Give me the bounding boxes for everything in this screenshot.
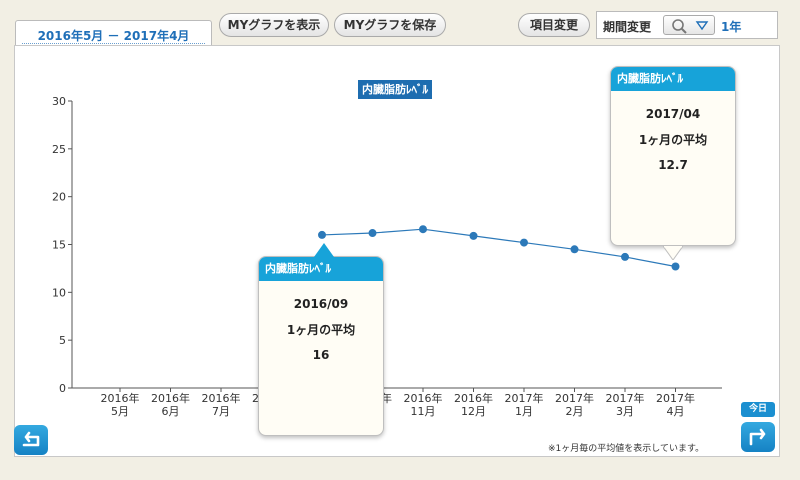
today-label: 今日 [748,404,767,414]
x-tick-label: 2017年 [606,391,645,405]
data-point [671,262,680,271]
data-point [318,230,326,239]
average-note: ※1ヶ月毎の平均値を表示しています。 [548,444,705,454]
x-tick-label: 3月 [616,405,634,418]
tooltip-pointer-up [314,243,334,257]
y-tick-label: 25 [52,143,66,156]
tooltip-value: 12.7 [658,158,688,172]
forward-arrow-icon [749,428,766,446]
y-tick-label: 15 [52,239,66,252]
x-tick-label: 2017年 [505,391,544,405]
x-tick-label: 2月 [566,405,584,418]
tooltip-value: 16 [312,348,330,362]
tooltip-sep: 内臓脂肪ﾚﾍﾞﾙ 2016/09 1ヶ月の平均 16 [258,243,384,436]
x-tick-label: 11月 [411,405,436,418]
data-point [520,238,528,247]
x-tick-label: 1月 [515,405,533,418]
y-tick-label: 0 [59,382,66,395]
data-point [368,229,377,238]
y-tick-label: 10 [52,286,66,299]
today-button[interactable]: 今日 [741,402,775,417]
x-tick-label: 7月 [212,405,230,418]
tooltip-pointer-down [663,246,683,260]
tooltip-apr: 内臓脂肪ﾚﾍﾞﾙ 2017/04 1ヶ月の平均 12.7 [610,66,736,260]
tooltip-date: 2017/04 [645,107,701,121]
x-tick-label: 2017年 [555,391,594,405]
data-point [621,252,629,261]
x-tick-label: 5月 [111,405,129,418]
x-tick-label: 4月 [667,405,685,418]
x-tick-label: 2016年 [151,391,190,405]
x-tick-label: 2016年 [202,391,241,405]
back-button[interactable] [14,425,48,455]
x-tick-label: 6月 [162,405,180,418]
tooltip-title: 内臓脂肪ﾚﾍﾞﾙ [259,257,383,281]
x-tick-label: 2017年 [656,391,695,405]
data-point [469,231,478,240]
forward-button[interactable] [741,422,775,452]
y-tick-label: 5 [59,334,66,347]
tooltip-date: 2016/09 [293,297,349,311]
x-tick-label: 2016年 [101,391,140,405]
tooltip-label: 1ヶ月の平均 [286,323,356,337]
x-tick-label: 12月 [461,405,486,418]
x-tick-label: 2016年 [404,391,443,405]
data-point [419,225,427,234]
chart-title: 内臓脂肪ﾚﾍﾞﾙ [358,80,432,99]
tooltip-label: 1ヶ月の平均 [638,133,708,147]
y-tick-label: 30 [52,95,66,108]
data-point [570,245,579,254]
tooltip-title: 内臓脂肪ﾚﾍﾞﾙ [611,67,735,91]
back-arrow-icon [22,431,40,447]
x-tick-label: 2016年 [454,391,493,405]
y-tick-label: 20 [52,191,66,204]
